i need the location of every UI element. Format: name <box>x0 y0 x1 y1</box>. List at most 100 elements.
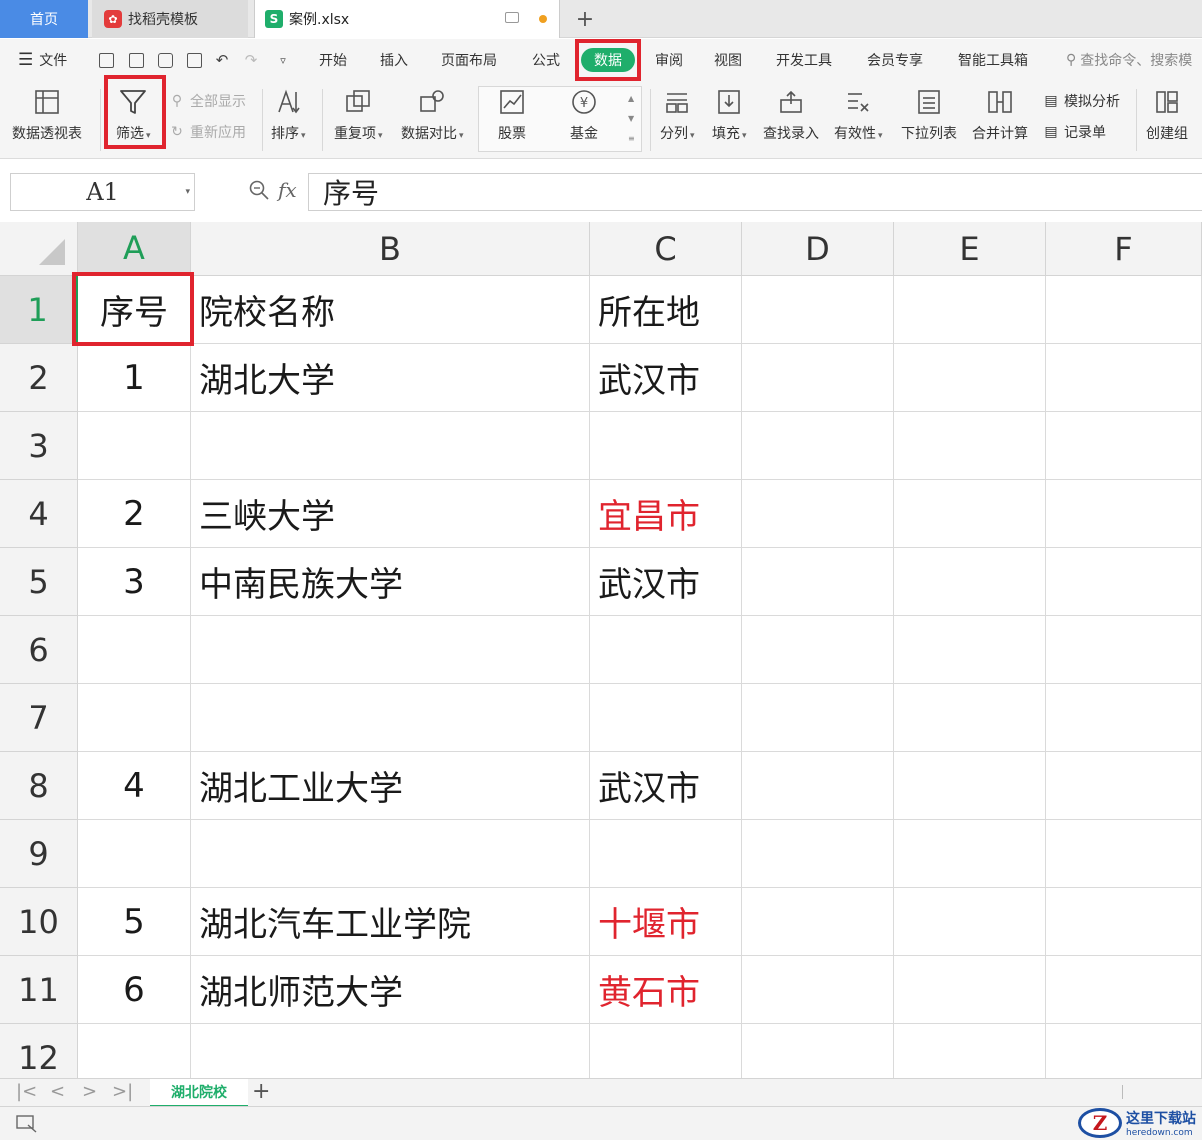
duplicates-dropdown-icon[interactable]: ▾ <box>378 131 383 141</box>
last-sheet-icon[interactable]: >| <box>112 1081 133 1102</box>
cell-b2[interactable]: 湖北大学 <box>191 344 590 412</box>
cell-d3[interactable] <box>742 412 894 480</box>
cell-b10[interactable]: 湖北汽车工业学院 <box>191 888 590 956</box>
cell-d11[interactable] <box>742 956 894 1024</box>
name-box-dropdown-icon[interactable]: ▾ <box>185 187 190 197</box>
cell-d5[interactable] <box>742 548 894 616</box>
menu-tab-developer[interactable]: 开发工具 <box>776 39 832 81</box>
row-header-7[interactable]: 7 <box>0 684 78 752</box>
split-column-button[interactable]: 分列 ▾ <box>660 81 695 143</box>
next-sheet-icon[interactable]: > <box>82 1081 97 1102</box>
what-if-analysis-button[interactable]: ▤ 模拟分析 <box>1042 91 1120 111</box>
gallery-scroll-icon[interactable]: ▲ ▼ ≡ <box>628 89 635 149</box>
cell-b7[interactable] <box>191 684 590 752</box>
menu-tab-formula[interactable]: 公式 <box>532 39 560 81</box>
row-header-4[interactable]: 4 <box>0 480 78 548</box>
name-box[interactable]: A1 ▾ <box>10 173 195 211</box>
cell-a7[interactable] <box>78 684 191 752</box>
redo-icon[interactable]: ↷ <box>242 51 260 69</box>
menu-tab-review[interactable]: 审阅 <box>655 39 683 81</box>
cell-a10[interactable]: 5 <box>78 888 191 956</box>
cell-f10[interactable] <box>1046 888 1202 956</box>
select-all-corner[interactable] <box>0 222 78 276</box>
cell-d2[interactable] <box>742 344 894 412</box>
cell-e5[interactable] <box>894 548 1046 616</box>
cell-c11[interactable]: 黄石市 <box>590 956 742 1024</box>
cell-f9[interactable] <box>1046 820 1202 888</box>
column-header-d[interactable]: D <box>742 222 894 276</box>
row-header-3[interactable]: 3 <box>0 412 78 480</box>
menu-tab-start[interactable]: 开始 <box>319 39 347 81</box>
reapply-button[interactable]: ↻ 重新应用 <box>168 122 246 142</box>
menu-tab-view[interactable]: 视图 <box>714 39 742 81</box>
cell-f12[interactable] <box>1046 1024 1202 1078</box>
data-compare-dropdown-icon[interactable]: ▾ <box>459 131 464 141</box>
cell-f8[interactable] <box>1046 752 1202 820</box>
monitor-icon[interactable] <box>505 12 519 23</box>
more-dropdown-icon[interactable]: ▿ <box>274 51 292 69</box>
cell-c2[interactable]: 武汉市 <box>590 344 742 412</box>
undo-icon[interactable]: ↶ <box>213 51 231 69</box>
cell-f2[interactable] <box>1046 344 1202 412</box>
horizontal-scrollbar[interactable] <box>1122 1085 1202 1099</box>
cell-e3[interactable] <box>894 412 1046 480</box>
cell-c6[interactable] <box>590 616 742 684</box>
column-header-b[interactable]: B <box>191 222 590 276</box>
pivot-table-button[interactable]: 数据透视表 <box>12 81 82 143</box>
sort-button[interactable]: 排序 ▾ <box>271 81 306 143</box>
cell-a9[interactable] <box>78 820 191 888</box>
insert-function-button[interactable]: fx <box>278 159 297 221</box>
tab-file[interactable]: S 案例.xlsx <box>254 0 560 38</box>
fund-button[interactable]: ¥ 基金 <box>569 81 599 143</box>
column-header-f[interactable]: F <box>1046 222 1202 276</box>
fill-button[interactable]: 填充 ▾ <box>712 81 747 143</box>
cell-c9[interactable] <box>590 820 742 888</box>
cell-c10[interactable]: 十堰市 <box>590 888 742 956</box>
lookup-entry-button[interactable]: 查找录入 <box>763 81 819 143</box>
cell-f4[interactable] <box>1046 480 1202 548</box>
cell-f6[interactable] <box>1046 616 1202 684</box>
command-search[interactable]: ⚲ 查找命令、搜索模 <box>1066 39 1192 81</box>
row-header-2[interactable]: 2 <box>0 344 78 412</box>
cell-d7[interactable] <box>742 684 894 752</box>
cell-e8[interactable] <box>894 752 1046 820</box>
cell-d12[interactable] <box>742 1024 894 1078</box>
save-icon[interactable] <box>97 51 115 69</box>
prev-sheet-icon[interactable]: < <box>50 1081 65 1102</box>
cell-e11[interactable] <box>894 956 1046 1024</box>
cell-f1[interactable] <box>1046 276 1202 344</box>
print-preview-icon[interactable] <box>185 51 203 69</box>
cell-a4[interactable]: 2 <box>78 480 191 548</box>
create-group-button[interactable]: 创建组 <box>1146 81 1188 143</box>
cell-d1[interactable] <box>742 276 894 344</box>
cell-b4[interactable]: 三峡大学 <box>191 480 590 548</box>
cell-e10[interactable] <box>894 888 1046 956</box>
cell-a11[interactable]: 6 <box>78 956 191 1024</box>
cell-f3[interactable] <box>1046 412 1202 480</box>
row-header-9[interactable]: 9 <box>0 820 78 888</box>
sheet-tab-hubei[interactable]: 湖北院校 <box>150 1079 248 1107</box>
cell-d8[interactable] <box>742 752 894 820</box>
row-header-10[interactable]: 10 <box>0 888 78 956</box>
cell-c5[interactable]: 武汉市 <box>590 548 742 616</box>
fill-dropdown-icon[interactable]: ▾ <box>742 131 747 141</box>
macro-record-icon[interactable] <box>16 1115 38 1137</box>
column-header-e[interactable]: E <box>894 222 1046 276</box>
cell-a3[interactable] <box>78 412 191 480</box>
validity-button[interactable]: 有效性 ▾ <box>834 81 883 143</box>
cell-b6[interactable] <box>191 616 590 684</box>
cell-a8[interactable]: 4 <box>78 752 191 820</box>
print-icon[interactable] <box>156 51 174 69</box>
cell-d10[interactable] <box>742 888 894 956</box>
cell-c12[interactable] <box>590 1024 742 1078</box>
sort-dropdown-icon[interactable]: ▾ <box>301 131 306 141</box>
cell-b11[interactable]: 湖北师范大学 <box>191 956 590 1024</box>
zoom-lens-icon[interactable] <box>248 179 270 205</box>
cell-e6[interactable] <box>894 616 1046 684</box>
new-tab-button[interactable]: + <box>570 0 600 38</box>
cell-a12[interactable] <box>78 1024 191 1078</box>
cell-b3[interactable] <box>191 412 590 480</box>
add-sheet-button[interactable]: + <box>252 1079 270 1104</box>
data-compare-button[interactable]: 数据对比 ▾ <box>401 81 464 143</box>
first-sheet-icon[interactable]: |< <box>16 1081 37 1102</box>
